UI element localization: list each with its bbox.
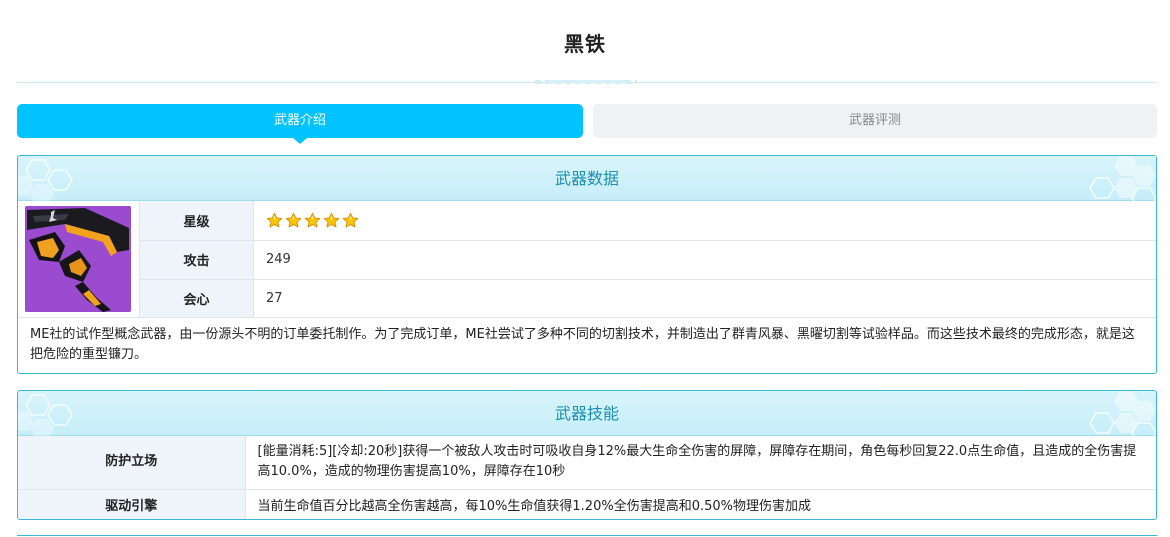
title-divider-accent <box>535 80 637 84</box>
weapon-skills-heading: 武器技能 <box>554 404 619 423</box>
weapon-scythe-icon <box>25 206 131 312</box>
weapon-skills-header: 武器技能 <box>18 391 1156 436</box>
weapon-skill-table: 防护立场 [能量消耗:5][冷却:20秒]获得一个被敌人攻击时可吸收自身12%最… <box>18 436 1156 519</box>
bottom-divider <box>17 535 1157 536</box>
weapon-stat-table: 星级 攻击 249 会心 27 <box>139 201 1157 317</box>
hexagon-decoration-icon <box>1089 156 1156 201</box>
table-row: 星级 <box>139 201 1156 241</box>
skill-description: [能量消耗:5][冷却:20秒]获得一个被敌人攻击时可吸收自身12%最大生命全伤… <box>245 436 1156 490</box>
weapon-data-heading: 武器数据 <box>554 169 619 188</box>
attack-label: 攻击 <box>139 240 254 280</box>
star-icon <box>304 212 321 228</box>
weapon-data-panel: 武器数据 星级 攻击 249 会心 27 ME社的试作型概念武器，由一份源头不明… <box>17 155 1157 374</box>
star-icon <box>285 212 302 228</box>
star-rating <box>266 212 1156 229</box>
table-row: 防护立场 [能量消耗:5][冷却:20秒]获得一个被敌人攻击时可吸收自身12%最… <box>18 436 1156 490</box>
crit-value: 27 <box>266 290 283 306</box>
page-title: 黑铁 <box>564 32 606 56</box>
skill-name: 防护立场 <box>18 436 246 490</box>
weapon-description: ME社的试作型概念武器，由一份源头不明的订单委托制作。为了完成订单，ME社尝试了… <box>18 317 1156 365</box>
crit-label: 会心 <box>139 279 254 317</box>
skill-name: 驱动引擎 <box>18 489 246 519</box>
hexagon-decoration-icon <box>1089 391 1156 436</box>
weapon-page: 黑铁 武器介绍 武器评测 武器数据 星级 攻击 249 会心 27 ME社的试作… <box>0 0 1170 537</box>
hexagon-decoration-icon <box>18 394 73 436</box>
skill-description: 当前生命值百分比越高全伤害越高，每10%生命值获得1.20%全伤害提高和0.50… <box>257 499 812 515</box>
star-rating-value <box>253 201 1156 241</box>
table-row: 会心 27 <box>139 279 1157 317</box>
star-icon <box>266 212 283 228</box>
star-icon <box>342 212 359 228</box>
tab-bar: 武器介绍 武器评测 <box>17 104 1157 144</box>
attack-value: 249 <box>253 240 1156 280</box>
table-row: 驱动引擎 当前生命值百分比越高全伤害越高，每10%生命值获得1.20%全伤害提高… <box>18 489 1156 519</box>
weapon-image <box>25 206 131 312</box>
weapon-data-header: 武器数据 <box>18 156 1156 201</box>
star-rating-label: 星级 <box>139 201 254 241</box>
hexagon-decoration-icon <box>18 159 73 201</box>
star-icon <box>323 212 340 228</box>
weapon-skills-panel: 武器技能 防护立场 [能量消耗:5][冷却:20秒]获得一个被敌人攻击时可吸收自… <box>17 390 1157 520</box>
tab-weapon-review[interactable]: 武器评测 <box>593 104 1157 138</box>
table-row: 攻击 249 <box>139 240 1156 280</box>
tab-weapon-intro[interactable]: 武器介绍 <box>17 104 583 144</box>
